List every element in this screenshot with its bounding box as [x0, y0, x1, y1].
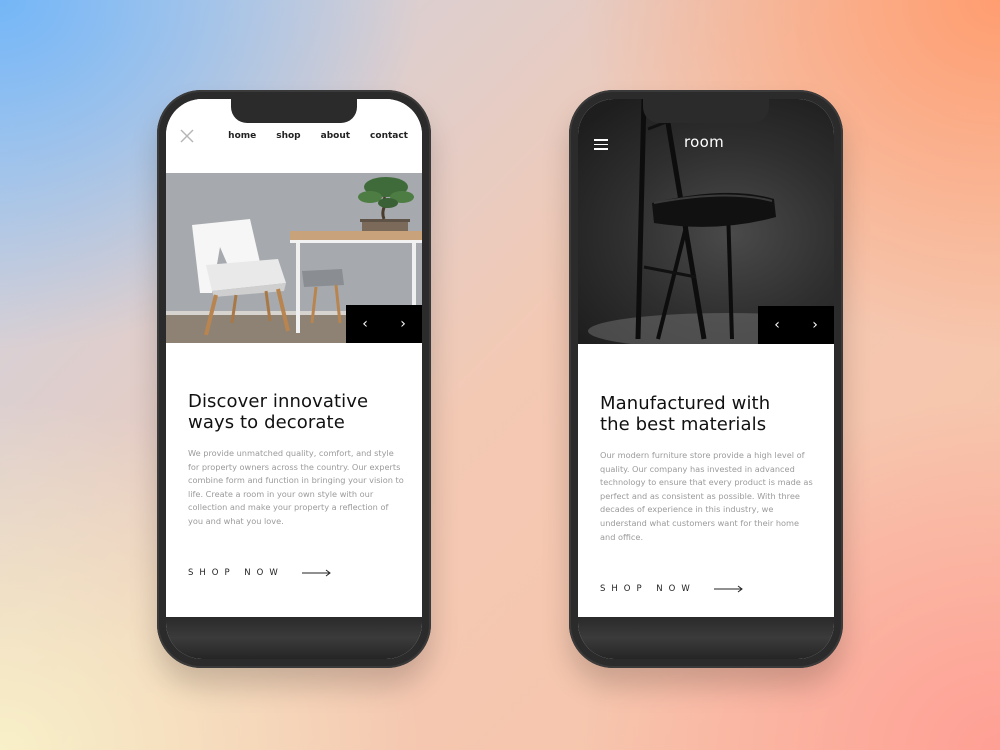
body-paragraph: We provide unmatched quality, comfort, a…: [188, 448, 404, 526]
phone-notch: [231, 99, 357, 123]
chevron-right-icon[interactable]: ›: [400, 317, 406, 331]
nav-link-contact[interactable]: contact: [370, 131, 408, 141]
nav-links: home shop about contact: [228, 131, 408, 141]
headline-line-2: ways to decorate: [188, 412, 345, 433]
close-icon[interactable]: [180, 129, 194, 143]
shop-now-button[interactable]: SHOP NOW: [600, 584, 744, 594]
headline-line-1: Manufactured with: [600, 393, 771, 414]
chevron-left-icon[interactable]: ‹: [362, 317, 368, 331]
phone-mockup-left: home shop about contact ‹ › Discover inn…: [157, 90, 431, 668]
chevron-right-icon[interactable]: ›: [812, 318, 818, 332]
shop-now-label: SHOP NOW: [600, 584, 696, 594]
hamburger-menu-icon[interactable]: [594, 139, 608, 150]
phone-mockup-right: room ‹ › Manufactured with the best mate…: [569, 90, 843, 668]
next-section-preview: [578, 617, 834, 659]
shop-now-button[interactable]: SHOP NOW: [188, 568, 332, 578]
hero-copy: Manufactured with the best materials Our…: [600, 393, 816, 544]
nav-link-shop[interactable]: shop: [276, 131, 300, 141]
slider-controls: ‹ ›: [758, 306, 834, 344]
chevron-left-icon[interactable]: ‹: [774, 318, 780, 332]
slider-controls: ‹ ›: [346, 305, 422, 343]
arrow-right-icon: [713, 585, 743, 593]
hero-copy: Discover innovative ways to decorate We …: [188, 391, 404, 529]
screen-right: room ‹ › Manufactured with the best mate…: [578, 99, 834, 659]
screen-left: home shop about contact ‹ › Discover inn…: [166, 99, 422, 659]
headline-line-2: the best materials: [600, 414, 767, 435]
nav-link-about[interactable]: about: [321, 131, 350, 141]
brand-logo[interactable]: room: [684, 133, 724, 151]
headline-line-1: Discover innovative: [188, 391, 369, 412]
headline: Discover innovative ways to decorate: [188, 391, 404, 433]
hero-image-white-chair: ‹ ›: [166, 173, 422, 343]
hero-image-folding-chair: room ‹ ›: [578, 99, 834, 344]
shop-now-label: SHOP NOW: [188, 568, 284, 578]
arrow-right-icon: [301, 569, 331, 577]
nav-link-home[interactable]: home: [228, 131, 256, 141]
body-paragraph: Our modern furniture store provide a hig…: [600, 450, 813, 542]
headline: Manufactured with the best materials: [600, 393, 816, 435]
next-section-preview: [166, 617, 422, 659]
phone-notch: [643, 99, 769, 123]
